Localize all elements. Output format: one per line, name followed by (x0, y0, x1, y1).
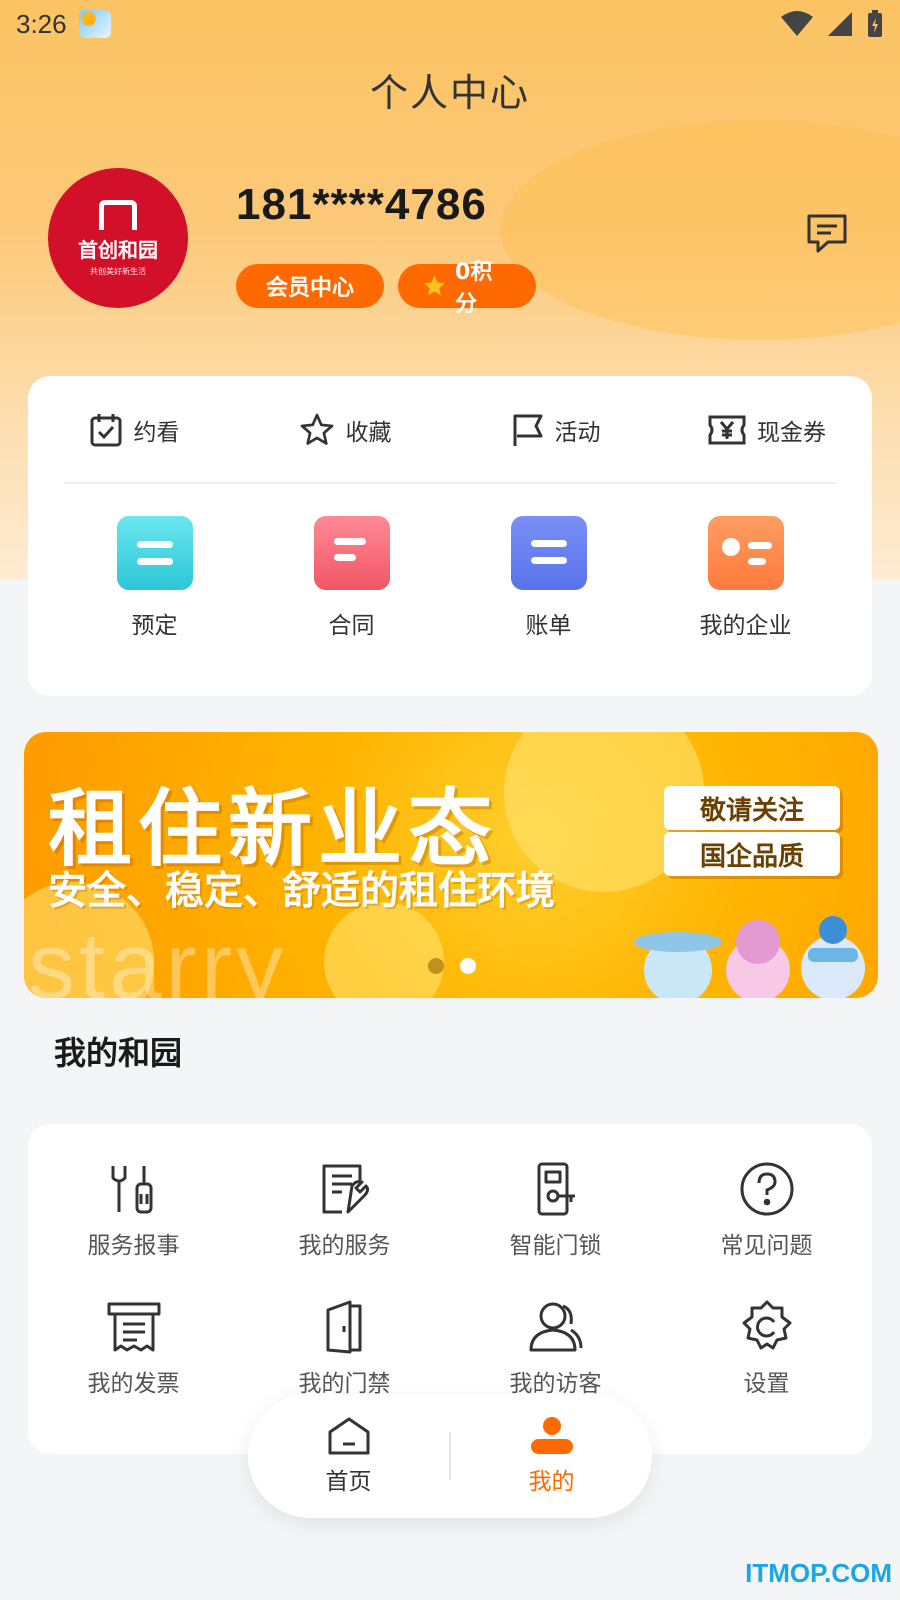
tile-my-company[interactable]: 我的企业 (647, 516, 844, 640)
my-access-button[interactable]: 我的门禁 (239, 1298, 450, 1398)
pagination-dot-active[interactable] (460, 958, 476, 974)
avatar-brand: 首创和园 (78, 237, 158, 262)
quick-action-favorites[interactable]: 收藏 (239, 396, 450, 464)
quick-action-label: 活动 (554, 420, 601, 446)
service-label: 服务报事 (87, 1233, 180, 1259)
my-services-button[interactable]: 我的服务 (239, 1160, 450, 1260)
faq-button[interactable]: 常见问题 (661, 1160, 872, 1260)
wifi-icon (781, 11, 813, 36)
status-bar: 3:26 (0, 0, 900, 48)
service-report-button[interactable]: 服务报事 (28, 1160, 239, 1260)
pagination-dot[interactable] (428, 958, 444, 974)
nav-home[interactable]: 首页 (248, 1416, 449, 1496)
service-label: 常见问题 (720, 1233, 813, 1259)
question-icon (740, 1162, 793, 1216)
service-label: 我的门禁 (298, 1371, 391, 1397)
smart-lock-icon (537, 1162, 575, 1216)
star-badge-icon (424, 275, 445, 296)
section-title: 我的和园 (54, 1034, 183, 1072)
status-time: 3:26 (16, 8, 67, 39)
tile-reservation[interactable]: 预定 (56, 516, 253, 640)
tile-contract[interactable]: 合同 (253, 516, 450, 640)
service-label: 设置 (743, 1371, 790, 1397)
banner-watermark: starry (28, 913, 287, 998)
points-label: 0积分 (454, 260, 493, 317)
quick-action-label: 现金券 (757, 420, 826, 446)
company-card-icon (707, 516, 784, 590)
quick-action-label: 约看 (133, 420, 180, 446)
service-label: 智能门锁 (509, 1233, 602, 1259)
calendar-check-icon (90, 414, 121, 447)
divider (64, 482, 836, 484)
service-label: 我的访客 (509, 1371, 602, 1397)
my-invoices-button[interactable]: 我的发票 (28, 1298, 239, 1398)
my-visitors-button[interactable]: 我的访客 (450, 1298, 661, 1398)
mascots-illustration (634, 916, 865, 998)
home-icon (328, 1417, 369, 1455)
brand-logo-icon (99, 199, 137, 230)
points-button[interactable]: 0积分 (398, 260, 536, 317)
user-icon (530, 1417, 573, 1454)
page-title: 个人中心 (369, 71, 530, 115)
wrench-icon (111, 1166, 152, 1214)
banner-subline: 安全、稳定、舒适的租住环境 (48, 869, 556, 914)
quick-actions-card: 约看 收藏 活动 现金券 预定 合同 账单 我的企业 (28, 376, 872, 696)
member-center-button[interactable]: 会员中心 (236, 264, 384, 308)
promo-banner[interactable]: 租住新业态 安全、稳定、舒适的租住环境 敬请关注 国企品质 starry (24, 732, 878, 998)
tile-label: 预定 (131, 613, 178, 639)
weather-icon (78, 10, 111, 38)
visitor-icon (529, 1302, 582, 1352)
invoice-icon (107, 1302, 160, 1352)
nav-label: 我的 (528, 1469, 575, 1495)
banner-tag: 敬请关注 (664, 786, 840, 830)
coupon-icon (708, 415, 746, 445)
reservation-icon (116, 516, 193, 590)
service-label: 我的发票 (87, 1371, 180, 1397)
nav-label: 首页 (325, 1469, 372, 1495)
settings-button[interactable]: 设置 (661, 1298, 872, 1398)
tile-label: 我的企业 (699, 613, 792, 639)
signal-icon (828, 12, 852, 36)
site-watermark: ITMOP.COM (745, 1558, 892, 1588)
flag-icon (513, 414, 542, 446)
battery-icon (868, 10, 882, 37)
tile-label: 账单 (525, 613, 572, 639)
tile-label: 合同 (328, 613, 375, 639)
tile-bill[interactable]: 账单 (450, 516, 647, 640)
message-icon[interactable] (804, 210, 850, 256)
avatar-slogan: 共创美好新生活 (90, 266, 146, 276)
service-doc-icon (322, 1164, 369, 1214)
smart-lock-button[interactable]: 智能门锁 (450, 1160, 661, 1260)
banner-tag: 国企品质 (664, 832, 840, 876)
contract-icon (313, 516, 390, 590)
quick-action-label: 收藏 (345, 420, 392, 446)
star-icon (300, 413, 333, 445)
quick-action-viewing[interactable]: 约看 (28, 396, 239, 464)
bottom-nav: 首页 我的 (248, 1394, 652, 1518)
bill-icon (510, 516, 587, 590)
banner-pagination (428, 958, 476, 974)
settings-icon (742, 1300, 791, 1350)
service-label: 我的服务 (298, 1233, 391, 1259)
avatar[interactable]: 首创和园 共创美好新生活 (48, 168, 188, 308)
quick-action-coupons[interactable]: 现金券 (661, 396, 872, 464)
user-phone: 181****4786 (236, 180, 487, 229)
quick-action-events[interactable]: 活动 (450, 396, 661, 464)
door-icon (326, 1300, 361, 1354)
nav-mine[interactable]: 我的 (451, 1416, 652, 1496)
